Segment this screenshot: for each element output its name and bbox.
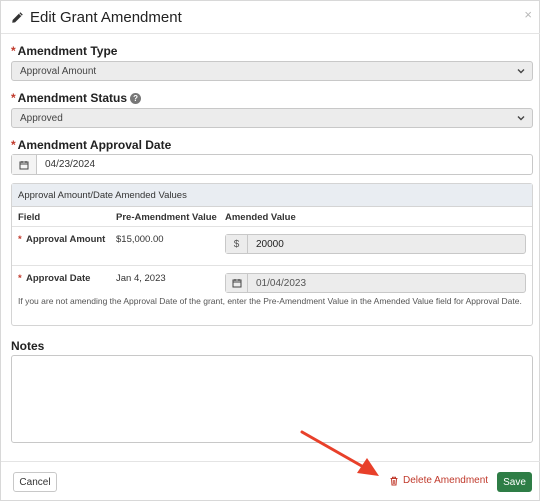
panel-heading: Approval Amount/Date Amended Values <box>12 184 532 207</box>
approval-amount-row-label: * Approval Amount <box>18 234 105 245</box>
close-icon[interactable]: × <box>524 7 532 22</box>
calendar-button[interactable] <box>12 155 37 174</box>
approval-amount-input[interactable]: $ 20000 <box>225 234 526 254</box>
delete-amendment-button[interactable]: Delete Amendment <box>389 475 488 486</box>
column-header-pre-amendment: Pre-Amendment Value <box>116 212 217 223</box>
notes-textarea[interactable] <box>11 355 533 443</box>
row-divider <box>12 226 532 227</box>
modal-header: Edit Grant Amendment × <box>1 1 540 34</box>
calendar-icon <box>19 160 29 169</box>
approval-date-label-text: Amendment Approval Date <box>17 138 172 152</box>
required-marker: * <box>11 138 16 152</box>
approval-date-row-label: * Approval Date <box>18 273 90 284</box>
cancel-button[interactable]: Cancel <box>13 472 57 492</box>
required-marker: * <box>11 44 16 58</box>
amended-approval-date-input[interactable]: 01/04/2023 <box>225 273 526 293</box>
approval-date-pre-value: Jan 4, 2023 <box>116 273 166 284</box>
approval-date-help-text: If you are not amending the Approval Dat… <box>18 296 522 306</box>
row-divider <box>12 265 532 266</box>
trash-icon <box>390 476 398 485</box>
amendment-type-label: * Amendment Type <box>11 44 117 58</box>
calendar-button[interactable] <box>226 274 248 292</box>
edit-grant-amendment-modal: Edit Grant Amendment × * Amendment Type A… <box>0 0 540 501</box>
chevron-down-icon <box>517 116 525 121</box>
save-button[interactable]: Save <box>497 472 532 492</box>
calendar-icon <box>232 279 241 288</box>
amended-values-panel: Approval Amount/Date Amended Values Fiel… <box>11 183 533 326</box>
amendment-type-label-text: Amendment Type <box>17 44 118 58</box>
required-marker: * <box>18 273 22 284</box>
amendment-status-value: Approved <box>20 113 63 124</box>
approval-date-label: * Amendment Approval Date <box>11 138 171 152</box>
amendment-type-select[interactable]: Approval Amount <box>11 61 533 81</box>
modal-title: Edit Grant Amendment <box>11 9 182 26</box>
amendment-type-value: Approval Amount <box>20 66 97 77</box>
dollar-addon: $ <box>226 235 248 253</box>
delete-amendment-label: Delete Amendment <box>403 475 489 486</box>
chevron-down-icon <box>517 69 525 74</box>
column-header-field: Field <box>18 212 41 223</box>
required-marker: * <box>18 234 22 245</box>
approval-date-input[interactable]: 04/23/2024 <box>11 154 533 175</box>
amendment-status-label-text: Amendment Status <box>17 91 128 105</box>
amendment-status-select[interactable]: Approved <box>11 108 533 128</box>
notes-label: Notes <box>11 339 45 353</box>
amendment-status-label: * Amendment Status? <box>11 91 142 105</box>
column-header-amended: Amended Value <box>225 212 296 223</box>
required-marker: * <box>11 91 16 105</box>
approval-date-value: 04/23/2024 <box>45 159 96 170</box>
approval-amount-pre-value: $15,000.00 <box>116 234 164 245</box>
approval-amount-field-text: Approval Amount <box>26 234 106 245</box>
footer-divider <box>1 461 540 462</box>
approval-amount-value: 20000 <box>256 239 284 250</box>
amended-approval-date-value: 01/04/2023 <box>256 278 307 289</box>
help-icon[interactable]: ? <box>130 93 142 104</box>
approval-date-field-text: Approval Date <box>26 273 91 284</box>
pencil-icon <box>12 12 23 23</box>
modal-title-text: Edit Grant Amendment <box>30 9 182 26</box>
